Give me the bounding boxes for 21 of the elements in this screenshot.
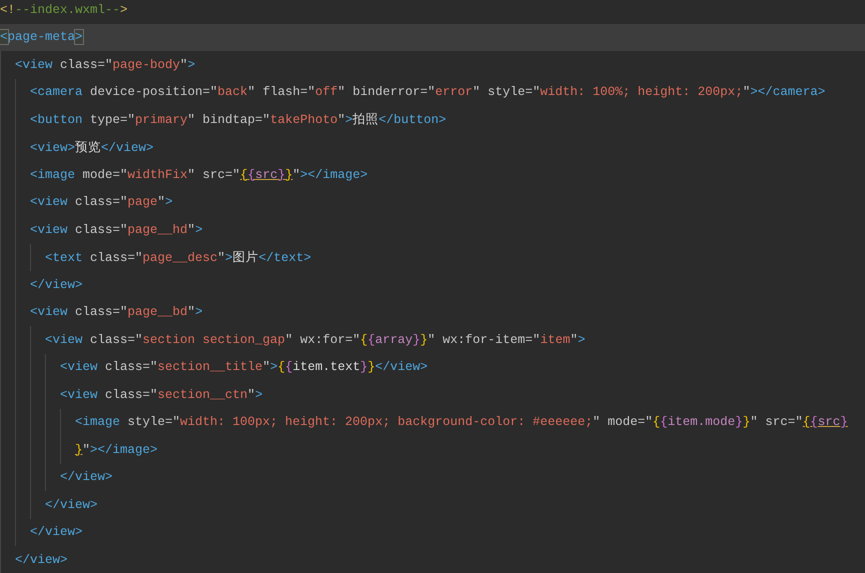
code-line: <view class="section section_gap" wx:for="{{array}}" wx:for-item="item"> bbox=[45, 332, 586, 347]
code-line: <view class="page"> bbox=[30, 195, 173, 210]
code-line: </view> bbox=[30, 278, 83, 292]
code-line: <view class="page__hd"> bbox=[30, 222, 203, 237]
code-line: <image mode="widthFix" src="{{src}}"></image> bbox=[30, 168, 368, 182]
code-line: <page-meta> bbox=[0, 30, 83, 44]
code-line: <view class="section__title">{{item.text}}</view> bbox=[60, 360, 428, 374]
code-line: </view> bbox=[30, 525, 83, 540]
code-line: <text class="page__desc">图片</text> bbox=[45, 250, 312, 266]
code-line: <view class="page__bd"> bbox=[30, 305, 203, 320]
code-line: <view>预览</view> bbox=[30, 140, 154, 156]
code-line: <view class="page-body"> bbox=[15, 58, 196, 72]
code-line: </view> bbox=[45, 498, 98, 512]
code-line: <!--index.wxml--> bbox=[0, 2, 128, 17]
code-line: }"></image> bbox=[75, 442, 158, 457]
code-line: <camera device-position="back" flash="off" binderror="error" style="width: 100%; height: 200px;"></camera> bbox=[30, 85, 826, 100]
code-line: </view> bbox=[15, 552, 68, 567]
code-line: </view> bbox=[60, 470, 113, 484]
code-line: <view class="section__ctn"> bbox=[60, 388, 263, 402]
code-line: <button type="primary" bindtap="takePhoto">拍照</button> bbox=[30, 112, 446, 128]
code-line: <image style="width: 100px; height: 200px; background-color: #eeeeee;" mode="{{item.mode}}" src="{{src} bbox=[75, 415, 848, 430]
